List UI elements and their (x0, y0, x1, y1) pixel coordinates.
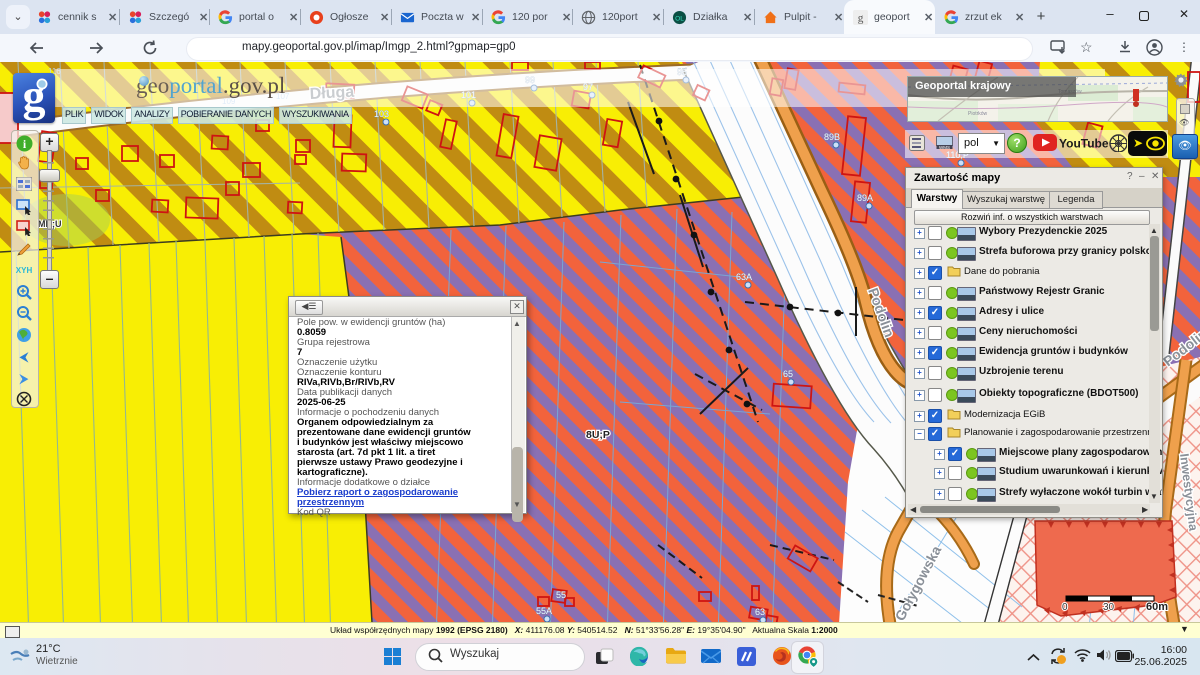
svg-text:Piotrków: Piotrków (968, 111, 988, 117)
svg-text:63: 63 (755, 607, 765, 617)
svg-text:89A: 89A (857, 193, 873, 203)
svg-text:55: 55 (556, 590, 566, 600)
svg-text:g: g (858, 12, 864, 24)
svg-text:YouTube: YouTube (1059, 137, 1108, 151)
svg-text:OL: OL (675, 15, 684, 22)
svg-text:89B: 89B (824, 132, 840, 142)
svg-text:103: 103 (374, 109, 389, 119)
svg-text:WMS: WMS (939, 145, 950, 150)
svg-text:0: 0 (1062, 602, 1068, 613)
svg-text:60m: 60m (1146, 601, 1168, 613)
svg-text:65: 65 (783, 369, 793, 379)
svg-text:63A: 63A (736, 272, 752, 282)
svg-text:8U;P: 8U;P (586, 429, 610, 441)
svg-text:55A: 55A (536, 606, 552, 616)
svg-text:30: 30 (1103, 602, 1115, 613)
